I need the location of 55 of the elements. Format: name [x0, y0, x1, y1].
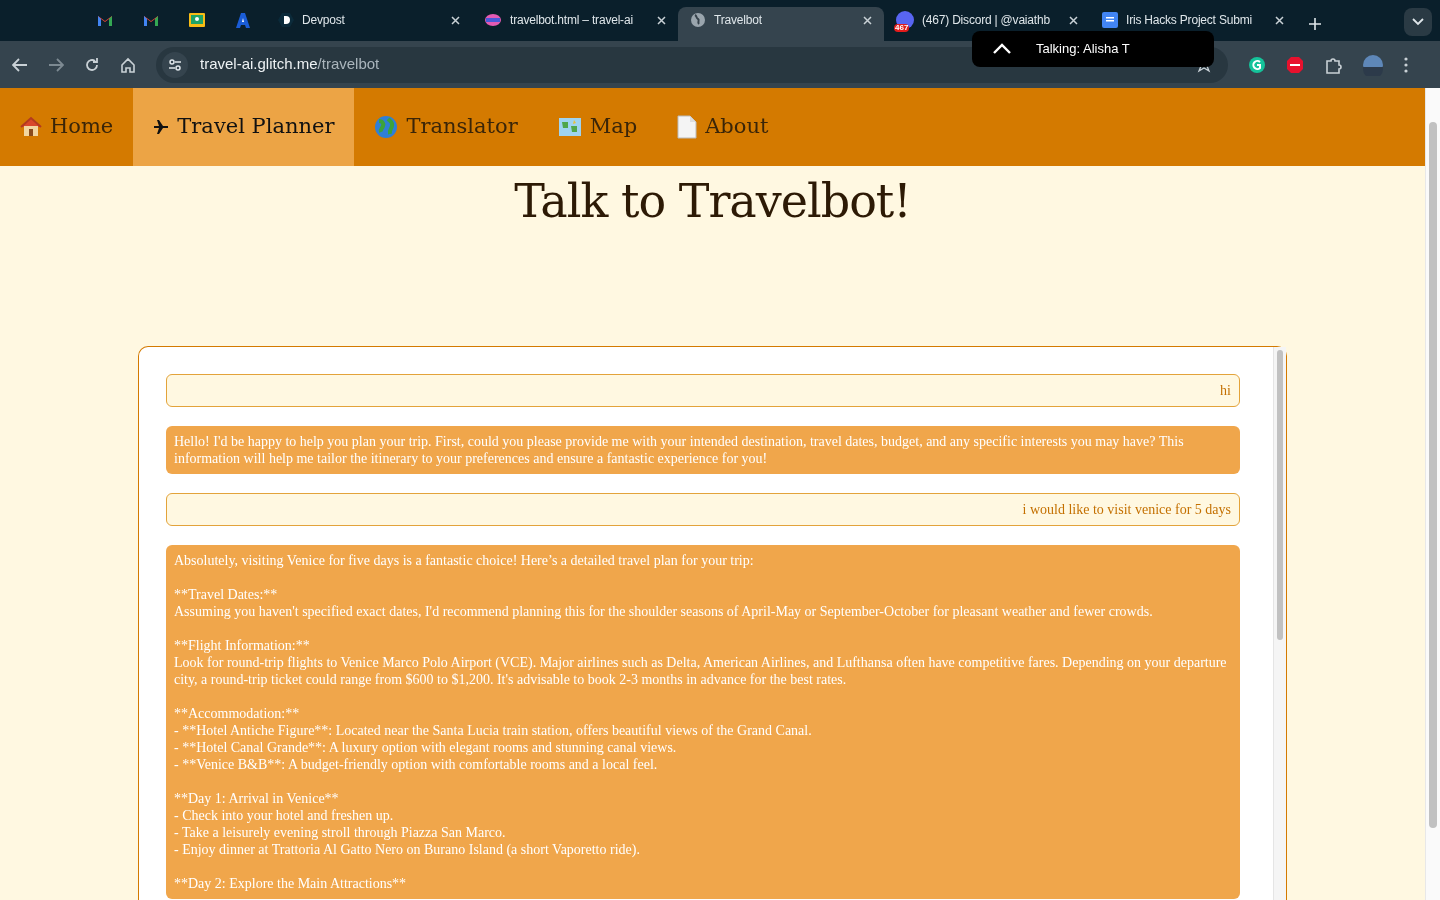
- nav-tab[interactable]: About: [657, 88, 789, 166]
- triangle-logo-icon: [235, 12, 251, 28]
- browser-tab[interactable]: Travelbot: [678, 7, 884, 41]
- forward-arrow-icon[interactable]: [48, 57, 64, 72]
- reload-icon[interactable]: [84, 56, 100, 73]
- browser-tab[interactable]: Devpost: [266, 7, 472, 41]
- ad-blocker-icon[interactable]: [1286, 55, 1304, 74]
- document-icon: [1102, 12, 1118, 28]
- close-icon[interactable]: [451, 15, 460, 25]
- chevron-up-icon: [992, 43, 1012, 55]
- chat-scrollbar[interactable]: [1273, 347, 1286, 900]
- page-heading: Talk to Travelbot!: [514, 174, 911, 230]
- bot-message: Hello! I'd be happy to help you plan your trip. First, could you please provide me with your intended destination, travel dates, budget, and any specific interests you may have? This information will help me tailor the itinerary to your preferences and ensure a fantastic experience for you!: [166, 426, 1240, 474]
- nav-tab[interactable]: Home: [0, 88, 134, 166]
- tab-title: Travelbot: [714, 12, 763, 29]
- mail-icon: [97, 14, 113, 26]
- home-icon[interactable]: [120, 56, 136, 73]
- back-arrow-icon[interactable]: [12, 57, 28, 72]
- tab-search-button[interactable]: [1404, 8, 1432, 36]
- tab-title: Iris Hacks Project Submi: [1126, 12, 1253, 29]
- user-message: hi: [166, 374, 1240, 407]
- bot-message: Absolutely, visiting Venice for five days is a fantastic choice! Here’s a detailed travel plan for your trip: **Travel Dates:** Assuming you haven't specified exact dates, I'd recommend planning this for the shoulder seasons of April-May or September-October for pleasant weather and fewer crowds. **Flight Information:** Look for round-trip flights to Venice Marco Polo Airport (VCE). Major airlines such as Delta, American Airlines, and Lufthansa often have competitive fares. Depending on your departure city, a round-trip ticket could range from $600 to $1,200. It's advisable to book 2-3 months in advance for the best rates. **Accommodation:** - **Hotel Antiche Figure**: Located near the Santa Lucia train station, offers beautiful views of the Grand Canal. - **Hotel Canal Grande**: A luxury option with elegant rooms and stunning canal views. - **Venice B&B**: A budget-friendly option with comfortable rooms and a local feel. **Day 1: Arrival in Venice** - Check into your hotel and freshen up. - Take a leisurely evening stroll through Piazza San Marco. - Enjoy dinner at Trattoria Al Gatto Nero on Burano Island (a short Vaporetto ride). **Day 2: Explore the Main Attractions**: [166, 545, 1240, 899]
- map-icon: [557, 116, 582, 138]
- plane-icon: [153, 119, 170, 135]
- tab-title: travelbot.html – travel-ai: [510, 12, 634, 29]
- browser-tab[interactable]: Iris Hacks Project Submi: [1090, 7, 1296, 41]
- globe-icon: [374, 115, 399, 139]
- close-icon[interactable]: [1069, 15, 1078, 25]
- close-icon[interactable]: [1275, 15, 1284, 25]
- plus-icon[interactable]: [1308, 17, 1322, 31]
- house-icon: [20, 116, 42, 138]
- puzzle-piece-icon[interactable]: [1324, 55, 1342, 74]
- page-scrollbar[interactable]: [1425, 88, 1440, 900]
- fish-icon: [484, 13, 502, 27]
- page-icon: [677, 115, 698, 139]
- tab-title: Devpost: [302, 12, 346, 29]
- hexagon-icon: [278, 12, 294, 28]
- browser-tab[interactable]: travelbot.html – travel-ai: [472, 7, 678, 41]
- url-text: travel-ai.glitch.me/travelbot: [200, 54, 380, 75]
- grammar-extension-icon[interactable]: [1248, 55, 1266, 74]
- notification-badge-icon: 467: [896, 11, 914, 29]
- more-menu-icon[interactable]: [1404, 56, 1408, 73]
- nav-tab[interactable]: Translator: [354, 88, 538, 166]
- classroom-icon: [189, 13, 205, 27]
- user-message: i would like to visit venice for 5 days: [166, 493, 1240, 526]
- mail-icon: [143, 14, 159, 26]
- site-settings-icon[interactable]: [168, 57, 182, 72]
- tab-title: (467) Discord | @vaiathb: [922, 12, 1051, 29]
- globe-icon: [690, 12, 706, 28]
- nav-tab[interactable]: Travel Planner: [133, 88, 355, 166]
- profile-avatar-icon[interactable]: [1362, 53, 1384, 76]
- chevron-down-icon: [1412, 18, 1424, 26]
- nav-tab[interactable]: Map: [537, 88, 658, 166]
- close-icon[interactable]: [863, 15, 872, 25]
- close-icon[interactable]: [657, 15, 666, 25]
